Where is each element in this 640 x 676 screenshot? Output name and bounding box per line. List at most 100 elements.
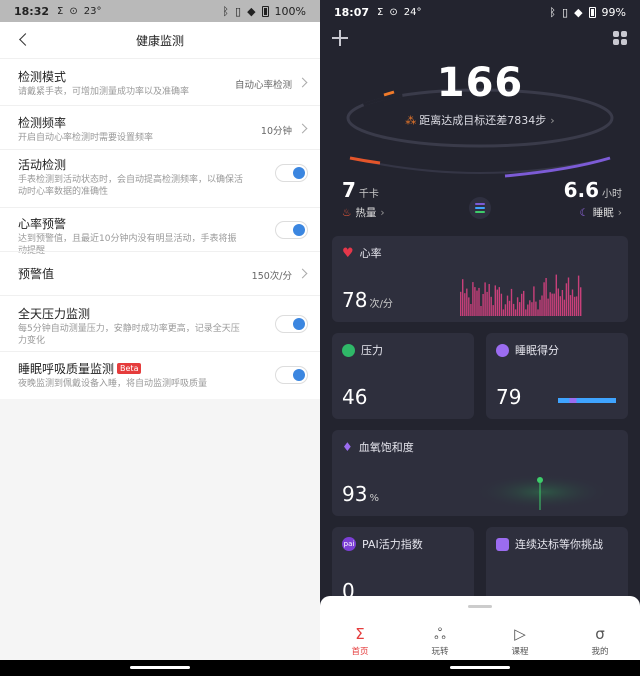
heart-rate-bar [476,290,478,316]
heart-rate-unit: 次/分 [369,299,393,310]
empty-area [0,404,320,660]
item-desc: 每5分钟自动测量压力，安静时成功率更高，记录全天压力变化 [18,324,240,346]
card-title: PAI活力指数 [362,538,423,551]
apps-grid-icon[interactable] [613,31,627,45]
list-item-stress-monitor: 全天压力监测 每5分钟自动测量压力，安静时成功率更高，记录全天压力变化 [0,295,320,351]
heart-rate-bar [508,300,511,316]
tab-courses[interactable]: ▷ 课程 [480,622,560,662]
heart-rate-bar [580,287,582,316]
heart-rate-bar [460,291,462,316]
stress-monitor-toggle[interactable] [275,315,308,333]
sleep-breathing-toggle[interactable] [275,366,308,384]
heart-rate-bar [521,293,523,316]
heart-rate-bar [512,303,515,316]
blood-oxygen-card[interactable]: ♦ 血氧饱和度 93% [332,430,628,516]
heart-rate-card[interactable]: ♥ 心率 78 次/分 [332,236,628,322]
add-icon[interactable] [332,30,348,46]
heart-rate-bar [555,274,557,316]
bluetooth-icon: ᛒ [222,4,230,18]
sigma-icon: Σ [377,6,384,18]
status-bar: 18:07 Σ ⊙ 24° ᛒ ▯ ◆ 99% [320,0,640,24]
heart-rate-sparkline [460,274,582,316]
heart-rate-bar [502,309,505,316]
flame-icon: ♨ [342,206,352,219]
heart-rate-bar [514,309,517,316]
heart-rate-bar [519,302,521,316]
location-icon: ⊙ [69,5,78,17]
list-item-activity-detect: 活动检测 手表检测到活动状态时，会自动提高检测频率，以确保活动时心率数据的准确性 [0,149,320,207]
tab-home[interactable]: Σ 首页 [320,622,400,662]
tab-explore[interactable]: ஃ 玩转 [400,622,480,662]
list-item-detect-frequency[interactable]: 检测频率 开启自动心率检测时需要设置频率 10分钟 [0,105,320,149]
heart-rate-bar [462,279,464,316]
heart-rate-bar [496,289,498,316]
location-icon: ⊙ [389,6,398,18]
trophy-icon [496,537,509,551]
heart-rate-bar [531,302,533,316]
status-temp: 24° [403,6,422,18]
chevron-right-icon: › [380,206,385,219]
sleep-stat[interactable]: 6.6 小时 ☾ 睡眠 › [564,178,622,220]
chevron-right-icon: › [617,206,622,219]
page-header: 健康监测 [0,22,320,58]
tab-label: 我的 [591,647,609,657]
tab-label: 首页 [351,647,369,657]
stress-card[interactable]: 压力 46 [332,333,474,419]
menu-icon[interactable] [469,197,491,219]
bluetooth-icon: ᛒ [549,5,557,19]
heart-icon: ♥ [342,245,354,261]
heart-rate-bar [474,287,476,316]
heart-rate-bar [494,285,496,316]
pai-badge-icon: pai [342,537,356,551]
heart-rate-bar [529,300,531,316]
card-title: 血氧饱和度 [358,441,414,454]
item-value: 10分钟 [260,126,292,137]
heart-alert-toggle[interactable] [275,221,308,239]
heart-rate-bar [464,293,466,316]
list-item-alert-value[interactable]: 预警值 150次/分 [0,251,320,295]
droplet-icon: ♦ [342,440,353,454]
back-icon[interactable] [16,30,34,50]
heart-rate-bar [468,297,470,316]
heart-rate-bar [504,304,507,316]
heart-rate-bar [478,287,480,316]
calories-label: 热量 [355,207,377,219]
item-value: 自动心率检测 [234,80,292,91]
tab-mine[interactable]: σ 我的 [560,622,640,662]
sleep-score-card[interactable]: 睡眠得分 79 [486,333,628,419]
goal-remaining[interactable]: ⁂ 距离达成目标还差7834步 › [320,112,640,128]
status-bar: 18:32 Σ ⊙ 23° ᛒ ▯ ◆ 100% [0,0,320,22]
calories-stat[interactable]: 7 千卡 ♨ 热量 › [342,178,385,220]
sleep-value: 6.6 [563,178,599,202]
item-title-text: 睡眠呼吸质量监测 [18,362,115,376]
item-title: 心率预警 [18,217,67,231]
goal-text: 距离达成目标还差7834步 [419,114,547,127]
list-item-heart-alert: 心率预警 达到预警值，且最近10分钟内没有明显活动，手表将振动提醒 [0,207,320,256]
heart-rate-bar [573,296,576,316]
tab-label: 玩转 [431,647,449,657]
item-title: 全天压力监测 [18,307,91,321]
heart-rate-bar [472,282,474,316]
card-title: 心率 [359,247,382,260]
activity-detect-toggle[interactable] [275,164,308,182]
bottom-tab-bar: Σ 首页 ஃ 玩转 ▷ 课程 σ 我的 [320,622,640,662]
heart-rate-bar [575,296,578,316]
pull-up-drawer[interactable] [320,596,640,622]
list-item-detect-mode[interactable]: 检测模式 请戴紧手表，可增加测量成功率以及准确率 自动心率检测 [0,58,320,105]
stress-icon [342,343,355,357]
heart-rate-bar [510,288,513,316]
heart-rate-bar [559,296,561,316]
sigma-icon: Σ [355,625,365,643]
gesture-bar[interactable] [320,660,640,676]
card-title: 压力 [361,344,383,357]
heart-rate-bar [545,278,547,316]
heart-rate-bar [551,293,553,316]
heart-rate-bar [571,289,574,316]
heart-rate-bar [561,290,564,316]
gesture-bar[interactable] [0,660,320,676]
heart-rate-bar [486,291,488,316]
heart-rate-bar [543,282,545,316]
spo2-unit: % [369,493,379,504]
wifi-icon: ◆ [247,4,256,18]
heart-rate-bar [535,301,537,316]
